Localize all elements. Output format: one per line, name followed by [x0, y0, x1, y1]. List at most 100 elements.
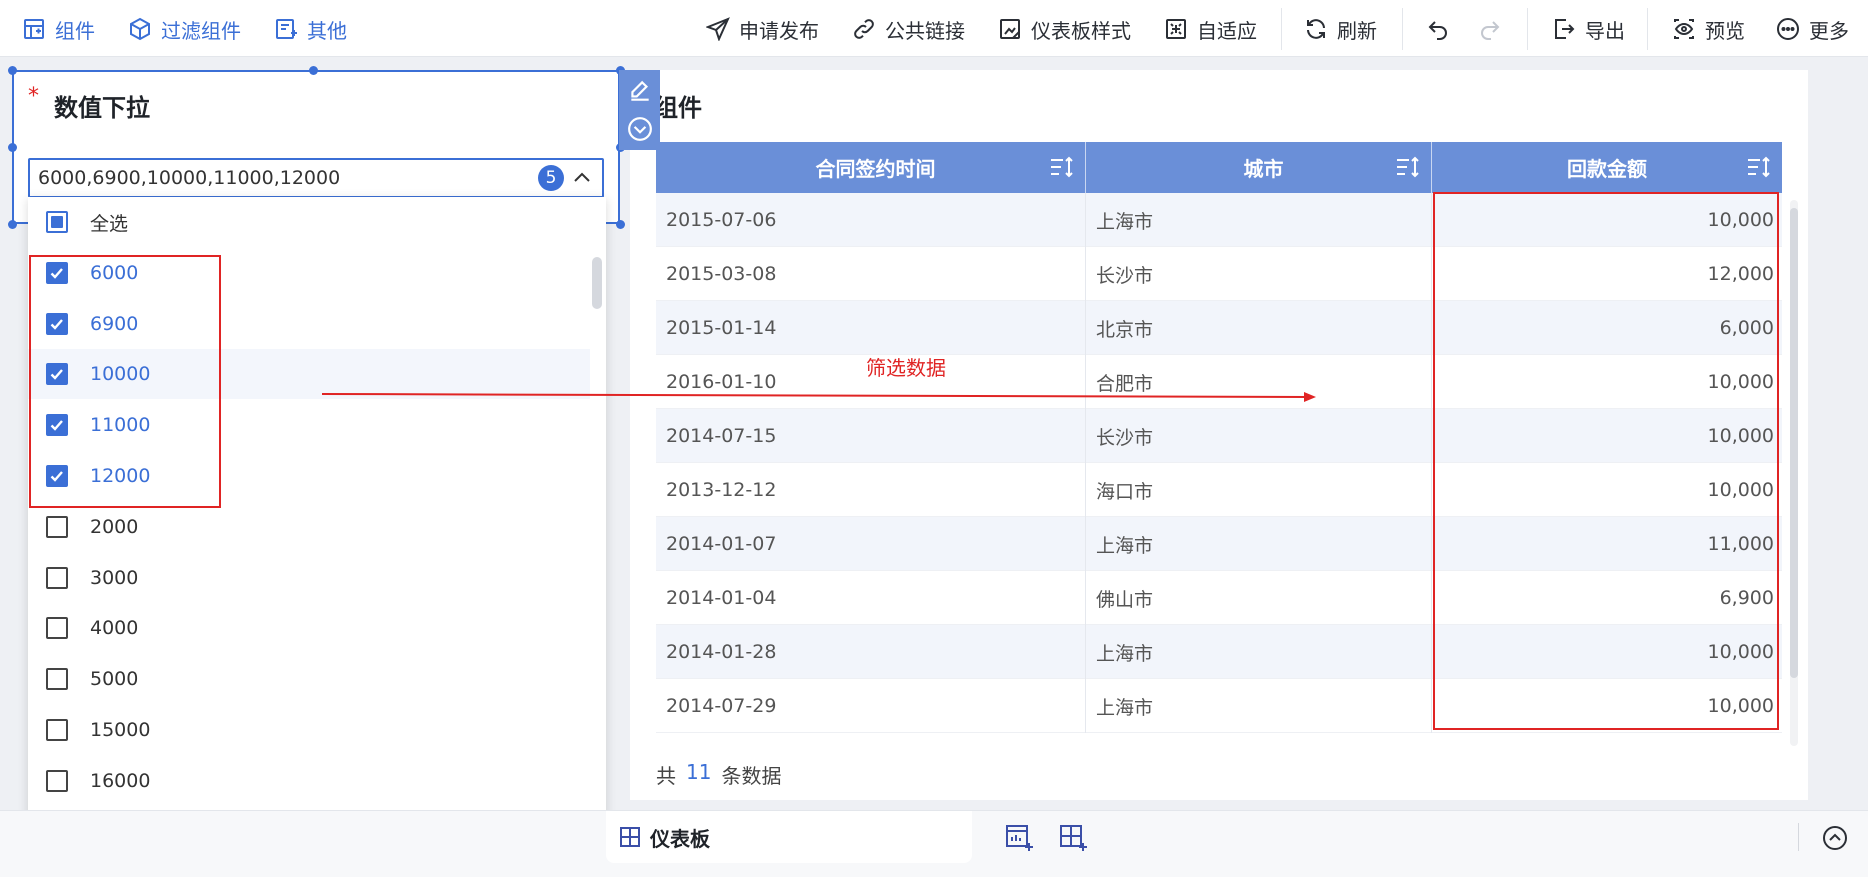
option-list-scrollbar[interactable]	[592, 257, 602, 817]
option-label: 16000	[90, 769, 151, 792]
preview-button[interactable]: 预览	[1672, 14, 1745, 44]
option-item[interactable]: 16000	[28, 756, 590, 806]
checkbox[interactable]	[46, 617, 68, 640]
export-button[interactable]: 导出	[1552, 14, 1625, 44]
public-link-button[interactable]: 公共链接	[852, 14, 965, 44]
checkbox[interactable]	[46, 312, 68, 335]
apply-publish-button[interactable]: 申请发布	[706, 14, 819, 44]
option-item[interactable]: 12000	[28, 451, 590, 501]
column-header-sign-date[interactable]: 合同签约时间	[656, 142, 1086, 193]
checkbox[interactable]	[46, 769, 68, 792]
value-dropdown-select[interactable]: 6000,6900,10000,11000,12000 5	[28, 158, 604, 198]
table-row[interactable]: 2014-01-04 佛山市 6,900	[656, 571, 1782, 625]
bottom-divider	[1798, 823, 1799, 851]
add-chart-icon[interactable]	[1004, 823, 1034, 853]
option-item[interactable]: 6000	[28, 248, 590, 298]
resize-handle[interactable]	[8, 143, 17, 152]
option-label: 10000	[90, 363, 151, 386]
option-label: 2000	[90, 515, 139, 538]
column-header-label: 城市	[1243, 157, 1284, 181]
adaptive-button[interactable]: 自适应	[1164, 14, 1257, 44]
table-row[interactable]: 2014-01-28 上海市 10,000	[656, 625, 1782, 679]
option-label: 6900	[90, 312, 139, 335]
option-item[interactable]: 11000	[28, 400, 590, 450]
component-button[interactable]: 组件	[22, 14, 95, 44]
chevron-up-icon[interactable]	[570, 166, 594, 190]
table-row[interactable]: 2014-01-07 上海市 11,000	[656, 517, 1782, 571]
annotation-text: 筛选数据	[866, 356, 946, 380]
option-label: 3000	[90, 566, 139, 589]
table-header: 合同签约时间 城市 回款金额	[656, 142, 1782, 193]
option-item[interactable]: 2000	[28, 502, 590, 552]
filter-component-button[interactable]: 过滤组件	[128, 14, 241, 44]
filter-cube-icon	[130, 17, 150, 41]
column-header-payment-amount[interactable]: 回款金额	[1432, 142, 1782, 193]
option-list: 全选 6000 6900 10000 11000 12000 2000 3000 4000 500…	[28, 197, 590, 823]
resize-handle[interactable]	[8, 66, 17, 75]
checkbox[interactable]	[46, 515, 68, 538]
payment-amount-cell: 10,000	[1707, 209, 1774, 231]
resize-handle[interactable]	[309, 66, 318, 75]
checkbox[interactable]	[46, 668, 68, 691]
table-scrollbar-thumb[interactable]	[1790, 208, 1798, 678]
payment-amount-cell: 10,000	[1707, 695, 1774, 717]
component-icon	[24, 19, 44, 39]
checkbox[interactable]	[46, 566, 68, 589]
table-row[interactable]: 2015-03-08 长沙市 12,000	[656, 247, 1782, 301]
option-item[interactable]: 15000	[28, 705, 590, 755]
checkbox[interactable]	[46, 363, 68, 386]
sign-date-cell: 2015-07-06	[656, 193, 1086, 247]
checkmark-icon	[50, 471, 63, 482]
table-row[interactable]: 2015-07-06 上海市 10,000	[656, 193, 1782, 247]
payment-amount-cell: 6,000	[1719, 317, 1774, 339]
city-cell: 上海市	[1086, 679, 1432, 733]
sign-date-cell: 2014-01-07	[656, 517, 1086, 571]
select-all-option[interactable]: 全选	[28, 197, 590, 247]
add-table-icon[interactable]	[1058, 823, 1088, 853]
city-cell: 长沙市	[1086, 247, 1432, 301]
refresh-button[interactable]: 刷新	[1304, 14, 1377, 44]
more-button[interactable]: 更多	[1776, 14, 1849, 44]
chevron-down-circle-icon[interactable]	[627, 116, 653, 142]
more-icon	[1777, 18, 1799, 40]
table-row[interactable]: 2013-12-12 海口市 10,000	[656, 463, 1782, 517]
table-scrollbar[interactable]	[1790, 200, 1798, 746]
table-row[interactable]: 2014-07-29 上海市 10,000	[656, 679, 1782, 733]
dashboard-style-button[interactable]: 仪表板样式	[998, 14, 1131, 44]
refresh-label: 刷新	[1337, 18, 1377, 43]
table-row[interactable]: 2014-07-15 长沙市 10,000	[656, 409, 1782, 463]
table-row[interactable]: 2015-01-14 北京市 6,000	[656, 301, 1782, 355]
undo-button[interactable]	[1426, 14, 1450, 44]
export-icon	[1555, 19, 1575, 39]
dashboard-tab[interactable]: 仪表板	[606, 811, 972, 863]
option-item[interactable]: 4000	[28, 603, 590, 653]
sign-date-cell: 2015-01-14	[656, 301, 1086, 355]
checkbox[interactable]	[46, 414, 68, 437]
checkbox[interactable]	[46, 261, 68, 284]
resize-handle[interactable]	[616, 220, 625, 229]
checkmark-icon	[50, 420, 63, 431]
sort-icon[interactable]	[1395, 155, 1421, 179]
toolbar-divider	[1402, 8, 1403, 50]
city-cell: 长沙市	[1086, 409, 1432, 463]
other-button[interactable]: 其他	[274, 14, 347, 44]
option-item[interactable]: 6900	[28, 299, 590, 349]
checkbox[interactable]	[46, 211, 68, 233]
edit-icon[interactable]	[627, 78, 653, 104]
sort-icon[interactable]	[1049, 155, 1075, 179]
checkbox[interactable]	[46, 465, 68, 487]
column-header-city[interactable]: 城市	[1086, 142, 1432, 193]
payment-amount-cell: 10,000	[1707, 641, 1774, 663]
checkmark-icon	[50, 318, 63, 330]
option-item[interactable]: 3000	[28, 553, 590, 603]
option-list-scrollbar-thumb[interactable]	[592, 257, 602, 309]
redo-button[interactable]	[1478, 14, 1502, 44]
chevron-up-circle-icon[interactable]	[1820, 823, 1850, 853]
filter-title: 数值下拉	[54, 94, 150, 122]
resize-handle[interactable]	[8, 220, 17, 229]
option-item[interactable]: 5000	[28, 654, 590, 704]
table-widget[interactable]: 组件 合同签约时间 城市 回款金额 2015-07-06 上海市 10,000 201…	[630, 70, 1808, 800]
sort-icon[interactable]	[1746, 155, 1772, 179]
checkbox[interactable]	[46, 719, 68, 741]
record-count-suffix: 条数据	[721, 764, 782, 788]
